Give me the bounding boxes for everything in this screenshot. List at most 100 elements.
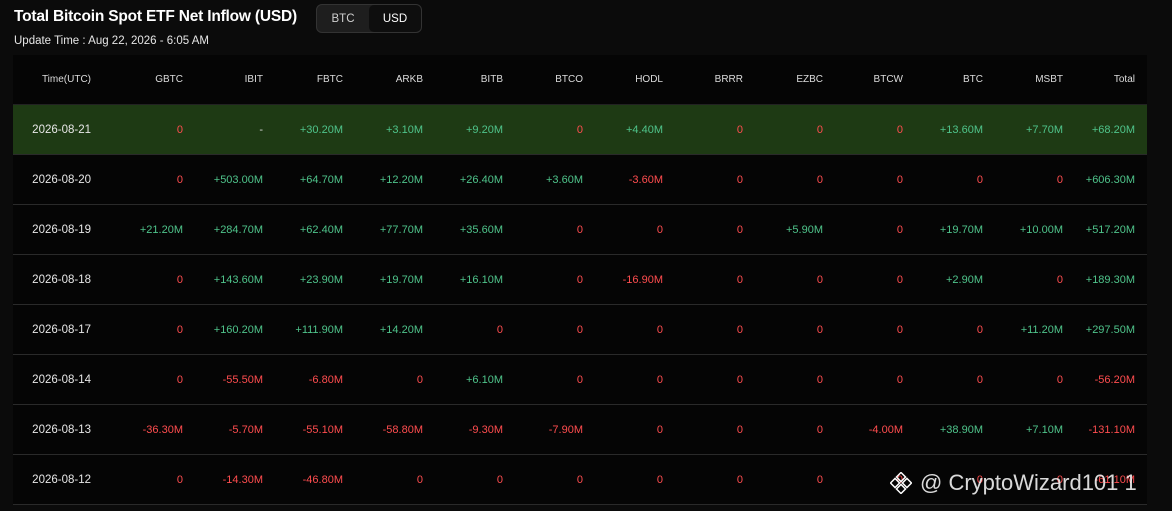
- value-cell: +160.20M: [213, 323, 263, 336]
- value-cell: +23.90M: [299, 273, 343, 286]
- column-header-total[interactable]: Total: [1063, 74, 1135, 85]
- value-cell: +10.00M: [1019, 223, 1063, 236]
- value-cell: 0: [496, 473, 503, 486]
- value-cell: +297.50M: [1085, 323, 1135, 336]
- value-cell: +19.70M: [379, 273, 423, 286]
- value-cell: -6.80M: [308, 373, 343, 386]
- column-header-bitb[interactable]: BITB: [423, 74, 503, 85]
- date-cell: 2026-08-21: [32, 123, 91, 136]
- value-cell: +111.90M: [295, 323, 343, 336]
- value-cell: +4.40M: [626, 123, 663, 136]
- value-cell: -4.00M: [868, 423, 903, 436]
- table-row: 2026-08-20 0 +503.00M +64.70M +12.20M +26.40M…: [13, 155, 1147, 205]
- column-header-brrr[interactable]: BRRR: [663, 74, 743, 85]
- value-cell: -46.80M: [302, 473, 343, 486]
- value-cell: -3.60M: [628, 173, 663, 186]
- value-cell: 0: [896, 323, 903, 336]
- page-title: Total Bitcoin Spot ETF Net Inflow (USD): [14, 8, 297, 25]
- value-cell: 0: [656, 373, 663, 386]
- value-cell: -36.30M: [142, 423, 183, 436]
- value-cell: 0: [576, 123, 583, 136]
- value-cell: +21.20M: [139, 223, 183, 236]
- value-cell: 0: [896, 173, 903, 186]
- column-header-msbt[interactable]: MSBT: [983, 74, 1063, 85]
- column-header-time-utc[interactable]: Time(UTC): [13, 74, 91, 85]
- value-cell: 0: [656, 323, 663, 336]
- toggle-btc-button[interactable]: BTC: [317, 5, 369, 32]
- table-row: 2026-08-21 0 - +30.20M +3.10M +9.20M 0 +4.40M 0 0…: [13, 105, 1147, 155]
- value-cell: 0: [176, 273, 183, 286]
- binance-logo-icon: [890, 472, 912, 494]
- date-cell: 2026-08-20: [32, 173, 91, 186]
- value-cell: 0: [176, 473, 183, 486]
- currency-toggle[interactable]: BTC USD: [316, 4, 422, 33]
- value-cell: 0: [816, 423, 823, 436]
- date-cell: 2026-08-18: [32, 273, 91, 286]
- value-cell: -16.90M: [622, 273, 663, 286]
- value-cell: +30.20M: [299, 123, 343, 136]
- value-cell: 0: [176, 173, 183, 186]
- toggle-usd-button[interactable]: USD: [369, 5, 421, 32]
- column-header-ibit[interactable]: IBIT: [183, 74, 263, 85]
- date-cell: 2026-08-19: [32, 223, 91, 236]
- date-cell: 2026-08-12: [32, 473, 91, 486]
- value-cell: 0: [1056, 373, 1063, 386]
- page-header: Total Bitcoin Spot ETF Net Inflow (USD) …: [14, 0, 1164, 52]
- value-cell: 0: [736, 373, 743, 386]
- column-header-fbtc[interactable]: FBTC: [263, 74, 343, 85]
- table-header-row: Time(UTC) GBTC IBIT FBTC ARKB BITB BTCO HODL BRR…: [13, 55, 1147, 105]
- value-cell: -58.80M: [382, 423, 423, 436]
- value-cell: +16.10M: [459, 273, 503, 286]
- value-cell: 0: [976, 373, 983, 386]
- column-header-ezbc[interactable]: EZBC: [743, 74, 823, 85]
- column-header-btc[interactable]: BTC: [903, 74, 983, 85]
- column-header-hodl[interactable]: HODL: [583, 74, 663, 85]
- value-cell: 0: [736, 273, 743, 286]
- value-cell: 0: [1056, 173, 1063, 186]
- value-cell: 0: [816, 123, 823, 136]
- value-cell: -131.10M: [1088, 423, 1135, 436]
- value-cell: 0: [1056, 273, 1063, 286]
- value-cell: 0: [576, 323, 583, 336]
- value-cell: 0: [576, 273, 583, 286]
- value-cell: 0: [736, 123, 743, 136]
- value-cell: +35.60M: [459, 223, 503, 236]
- etf-flow-table: Time(UTC) GBTC IBIT FBTC ARKB BITB BTCO HODL BRR…: [13, 55, 1147, 505]
- value-cell: +517.20M: [1085, 223, 1135, 236]
- value-cell: +606.30M: [1085, 173, 1135, 186]
- column-header-arkb[interactable]: ARKB: [343, 74, 423, 85]
- value-cell: -9.30M: [468, 423, 503, 436]
- value-cell: -55.50M: [222, 373, 263, 386]
- watermark-text: @ CryptoWizard101 1: [920, 470, 1137, 495]
- value-cell: +5.90M: [786, 223, 823, 236]
- value-cell: +26.40M: [459, 173, 503, 186]
- value-cell: 0: [896, 123, 903, 136]
- value-cell: -7.90M: [548, 423, 583, 436]
- column-header-btcw[interactable]: BTCW: [823, 74, 903, 85]
- value-cell: +68.20M: [1091, 123, 1135, 136]
- value-cell: +284.70M: [213, 223, 263, 236]
- value-cell: 0: [736, 223, 743, 236]
- watermark: @ CryptoWizard101 1: [890, 470, 1137, 496]
- value-cell: +64.70M: [299, 173, 343, 186]
- column-header-btco[interactable]: BTCO: [503, 74, 583, 85]
- value-cell: 0: [176, 373, 183, 386]
- value-cell: 0: [816, 373, 823, 386]
- value-cell: 0: [416, 473, 423, 486]
- value-cell: 0: [656, 223, 663, 236]
- value-cell: +13.60M: [939, 123, 983, 136]
- date-cell: 2026-08-13: [32, 423, 91, 436]
- value-cell: -: [259, 123, 263, 136]
- value-cell: +12.20M: [379, 173, 423, 186]
- value-cell: +14.20M: [379, 323, 423, 336]
- table-row: 2026-08-18 0 +143.60M +23.90M +19.70M +16.10M…: [13, 255, 1147, 305]
- value-cell: 0: [896, 273, 903, 286]
- value-cell: +19.70M: [939, 223, 983, 236]
- value-cell: 0: [736, 473, 743, 486]
- value-cell: 0: [176, 323, 183, 336]
- value-cell: +3.60M: [546, 173, 583, 186]
- table-row: 2026-08-13 -36.30M -5.70M -55.10M -58.80M -9.…: [13, 405, 1147, 455]
- table-row: 2026-08-14 0 -55.50M -6.80M 0 +6.10M 0 0 0 0 0 0 0 -5…: [13, 355, 1147, 405]
- value-cell: 0: [656, 423, 663, 436]
- column-header-gbtc[interactable]: GBTC: [91, 74, 183, 85]
